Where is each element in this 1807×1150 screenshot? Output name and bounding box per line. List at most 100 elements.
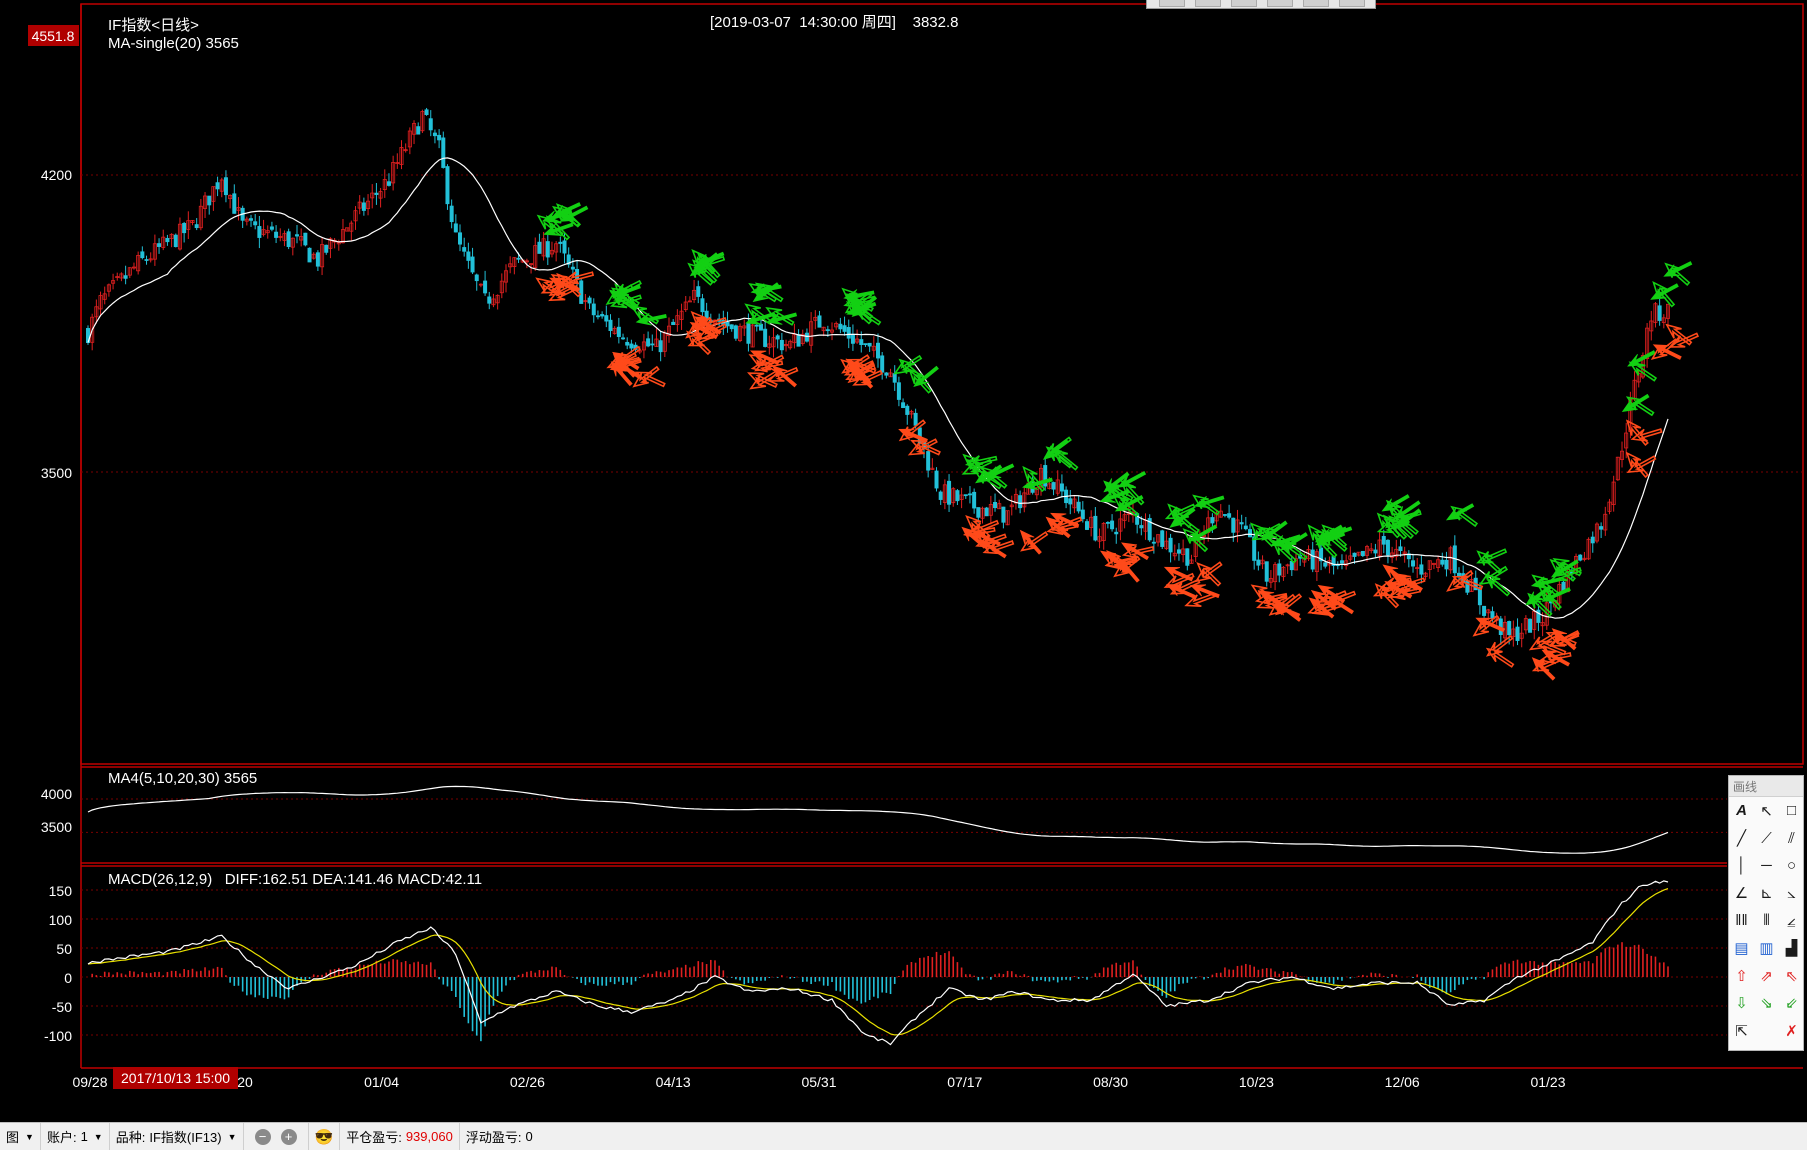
candle-body <box>274 231 279 238</box>
candle-body <box>324 244 329 253</box>
down-right-arrow-tool-icon[interactable]: ⇘ <box>1754 990 1779 1018</box>
candle-body <box>846 327 851 339</box>
toolbar-slot[interactable] <box>1303 0 1329 7</box>
candle-body <box>1360 550 1365 557</box>
fan-tool-icon[interactable]: ⦣ <box>1779 880 1804 908</box>
candle-body <box>876 342 881 359</box>
candle-body <box>194 224 199 229</box>
candle-body <box>207 195 212 206</box>
macd-y-tick-minus100: -100 <box>44 1028 72 1044</box>
candle-body <box>470 256 475 273</box>
candle-body <box>955 490 960 502</box>
chart-menu-dropdown[interactable]: 图 ▼ <box>0 1123 41 1150</box>
top-mini-toolbar[interactable] <box>1146 0 1376 9</box>
candle-body <box>850 333 855 344</box>
candle-body <box>232 193 237 214</box>
select-cursor-tool-icon[interactable]: ⇱ <box>1729 1017 1754 1045</box>
ma4-label: MA4(5,10,20,30) 3565 <box>108 770 257 787</box>
candle-body <box>165 238 170 243</box>
candle-body <box>984 507 989 517</box>
candle-body <box>758 323 763 331</box>
toolbar-slot[interactable] <box>1195 0 1221 7</box>
candle-body <box>182 223 187 234</box>
candle-body <box>1248 529 1253 538</box>
candle-body <box>1657 305 1662 321</box>
arrow-shape <box>1485 635 1514 657</box>
text-tool-icon[interactable]: A <box>1729 797 1754 825</box>
rectangle-tool-icon[interactable]: □ <box>1779 797 1804 825</box>
candle-body <box>804 332 809 342</box>
account-dropdown[interactable]: 账户: 1 ▼ <box>41 1123 110 1150</box>
sunglasses-button[interactable]: 😎 <box>309 1123 341 1150</box>
vertical-line-tool-icon[interactable]: │ <box>1729 852 1754 880</box>
up-arrow-tool-icon[interactable]: ⇧ <box>1729 962 1754 990</box>
down-arrow-tool-icon[interactable]: ⇩ <box>1729 990 1754 1018</box>
x-axis-label: 04/13 <box>656 1074 691 1090</box>
toolbar-slot[interactable] <box>1231 0 1257 7</box>
macd-y-tick-0: 0 <box>64 970 72 986</box>
candle-body <box>1477 587 1482 606</box>
candle-body <box>754 324 759 327</box>
gann-tool-icon[interactable]: ⦤ <box>1779 907 1804 935</box>
down-left-arrow-tool-icon[interactable]: ⇙ <box>1779 990 1804 1018</box>
up-left-arrow-tool-icon[interactable]: ⇖ <box>1779 962 1804 990</box>
zoom-in-icon[interactable]: + <box>280 1128 297 1145</box>
x-axis-label: 05/31 <box>801 1074 836 1090</box>
candle-body <box>307 247 312 263</box>
status-bar: 图 ▼ 账户: 1 ▼ 品种: IF指数(IF13) ▼ − + 😎 平仓盈亏:… <box>0 1122 1807 1150</box>
candle-body <box>1381 536 1386 545</box>
angle-tool-icon[interactable]: ∠ <box>1729 880 1754 908</box>
arrow-shape <box>1445 503 1475 521</box>
candle-body <box>466 251 471 261</box>
candle-body <box>1105 521 1110 524</box>
candle-body <box>1168 537 1173 553</box>
drawing-panel-title: 画线 <box>1729 776 1803 797</box>
symbol-dropdown[interactable]: 品种: IF指数(IF13) ▼ <box>110 1123 244 1150</box>
up-right-arrow-tool-icon[interactable]: ⇗ <box>1754 962 1779 990</box>
candle-body <box>863 343 868 346</box>
chevron-down-icon: ▼ <box>93 1131 103 1142</box>
toolbar-slot[interactable] <box>1159 0 1185 7</box>
chart-canvas[interactable]: 4200 3500 4000 3500 150 100 50 0 -50 -10… <box>0 0 1807 1122</box>
candle-body <box>570 266 575 270</box>
reverse-angle-tool-icon[interactable]: ⊾ <box>1754 880 1779 908</box>
ray-tool-icon[interactable]: ⟋ <box>1754 825 1779 853</box>
ruler-tool-icon[interactable]: ▟ <box>1779 935 1804 963</box>
horizontal-line-tool-icon[interactable]: ─ <box>1754 852 1779 880</box>
info-box-tool-icon[interactable]: ▥ <box>1754 935 1779 963</box>
delete-drawings-tool-icon[interactable]: ✗ <box>1779 1017 1804 1045</box>
candle-body <box>562 240 567 254</box>
candle-body <box>144 259 149 261</box>
candle-body <box>1139 525 1144 529</box>
toolbar-slot[interactable] <box>1339 0 1365 7</box>
x-axis-label: 10/23 <box>1239 1074 1274 1090</box>
macd-y-tick-minus50: -50 <box>52 999 72 1015</box>
candle-body <box>294 234 299 237</box>
ma4-y-tick-4000: 4000 <box>41 786 72 802</box>
candle-body <box>424 109 429 115</box>
candle-body <box>629 343 634 349</box>
toolbar-slot[interactable] <box>1267 0 1293 7</box>
candle-body <box>621 337 626 340</box>
candle-body <box>608 319 613 331</box>
candle-body <box>286 231 291 247</box>
parallel-lines-tool-icon[interactable]: ⫽ <box>1779 825 1804 853</box>
segment-tool-icon[interactable]: ╱ <box>1729 825 1754 853</box>
candle-body <box>1411 560 1416 567</box>
candle-body <box>303 232 308 246</box>
zoom-out-icon[interactable]: − <box>254 1128 271 1145</box>
candle-body <box>729 324 734 330</box>
macd-y-tick-50: 50 <box>56 941 72 957</box>
candle-body <box>938 491 943 500</box>
candle-body <box>1528 618 1533 633</box>
chart-menu-label: 图 <box>6 1130 20 1145</box>
main-y-tick-4200: 4200 <box>41 167 72 183</box>
price-tag-tool-icon[interactable]: ▤ <box>1729 935 1754 963</box>
cycle-lines-tool-icon[interactable]: ⦀ <box>1754 907 1779 935</box>
period-lines-tool-icon[interactable]: ‖‖ <box>1729 907 1754 935</box>
candle-body <box>1398 546 1403 551</box>
ellipse-tool-icon[interactable]: ○ <box>1779 852 1804 880</box>
pointer-arrow-tool-icon[interactable]: ↖ <box>1754 797 1779 825</box>
candle-body <box>976 507 981 518</box>
candle-body <box>1110 520 1115 530</box>
